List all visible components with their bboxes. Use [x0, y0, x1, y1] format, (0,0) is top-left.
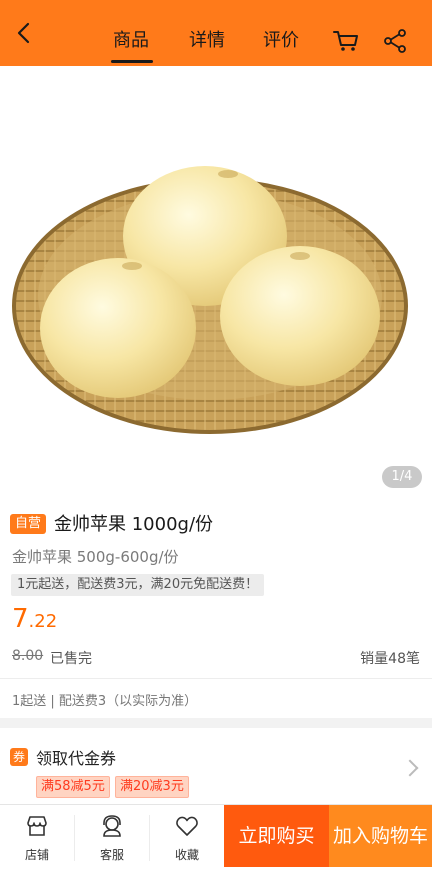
price-integer: 7 [12, 604, 29, 634]
shop-button[interactable]: 店铺 [0, 805, 74, 867]
buy-now-button[interactable]: 立即购买 [224, 805, 329, 867]
product-price: 7.22 [12, 604, 57, 634]
shop-label: 店铺 [24, 848, 49, 862]
stock-status: 已售完 [50, 651, 92, 667]
delivery-notice: 1元起送，配送费3元，满20元免配送费！ [11, 574, 265, 596]
favorite-button[interactable]: 收藏 [150, 805, 224, 867]
coupon-tag[interactable]: 满58减5元 [36, 776, 110, 798]
cart-icon[interactable] [333, 30, 359, 52]
product-title: 金帅苹果 1000g/份 [54, 514, 214, 535]
product-image [12, 166, 408, 434]
share-icon[interactable] [383, 29, 407, 53]
delivery-info: 1起送 | 配送费3（以实际为准） [12, 694, 198, 709]
coupon-tag[interactable]: 满20减3元 [115, 776, 189, 798]
self-operated-badge: 自营 [10, 514, 47, 534]
coupon-icon: 券 [10, 748, 28, 766]
coupon-title: 领取代金券 [36, 749, 117, 768]
customer-service-button[interactable]: 客服 [75, 805, 149, 867]
original-price: 8.00 [12, 648, 44, 664]
image-page-indicator: 1/4 [382, 466, 422, 488]
product-image-carousel[interactable]: 1/4 [0, 66, 432, 498]
heart-icon [176, 816, 198, 836]
top-nav-bar: 商品 详情 评价 [0, 0, 432, 66]
tab-reviews[interactable]: 评价 [263, 26, 299, 52]
back-icon[interactable] [14, 22, 36, 44]
divider [0, 678, 432, 679]
chevron-right-icon [401, 759, 419, 777]
coupon-section[interactable]: 券 领取代金券 满58减5元 满20减3元 [0, 728, 432, 804]
shop-icon [27, 816, 47, 836]
price-decimal: .22 [28, 611, 58, 632]
favorite-label: 收藏 [174, 848, 199, 862]
sales-count: 销量48笔 [360, 651, 420, 667]
service-label: 客服 [99, 848, 124, 862]
product-subtitle: 金帅苹果 500g-600g/份 [12, 548, 179, 566]
headset-icon [103, 815, 121, 837]
product-info: 自营 金帅苹果 1000g/份 金帅苹果 500g-600g/份 1元起送，配送… [0, 498, 432, 718]
add-to-cart-button[interactable]: 加入购物车 [329, 805, 432, 867]
active-tab-indicator [111, 60, 153, 63]
bottom-action-bar: 店铺 客服 收藏 立即购买 加入购物车 [0, 804, 432, 881]
tab-product[interactable]: 商品 [113, 26, 149, 52]
tab-details[interactable]: 详情 [189, 26, 225, 52]
